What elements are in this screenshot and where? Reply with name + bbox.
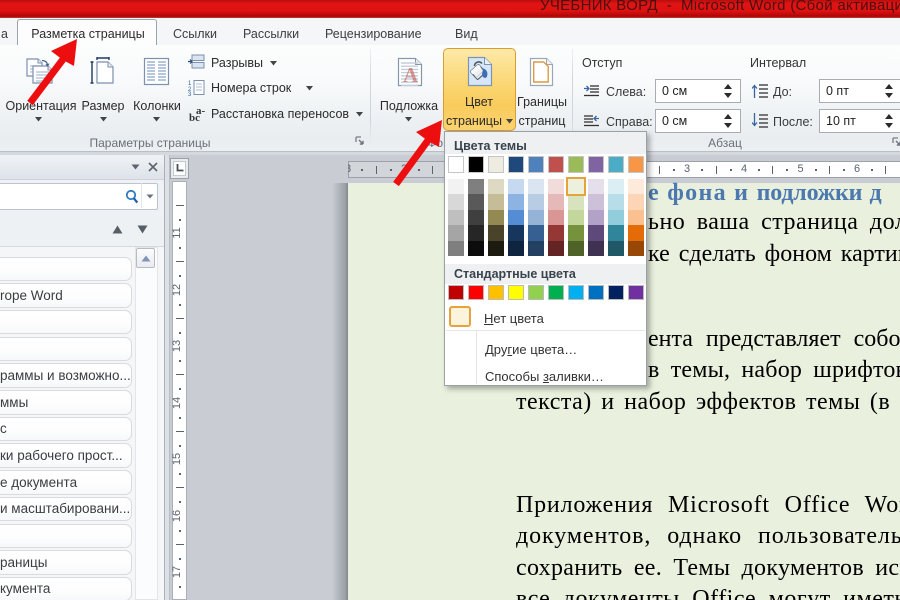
svg-text:3: 3 — [188, 92, 192, 96]
svg-text:A: A — [403, 63, 419, 87]
